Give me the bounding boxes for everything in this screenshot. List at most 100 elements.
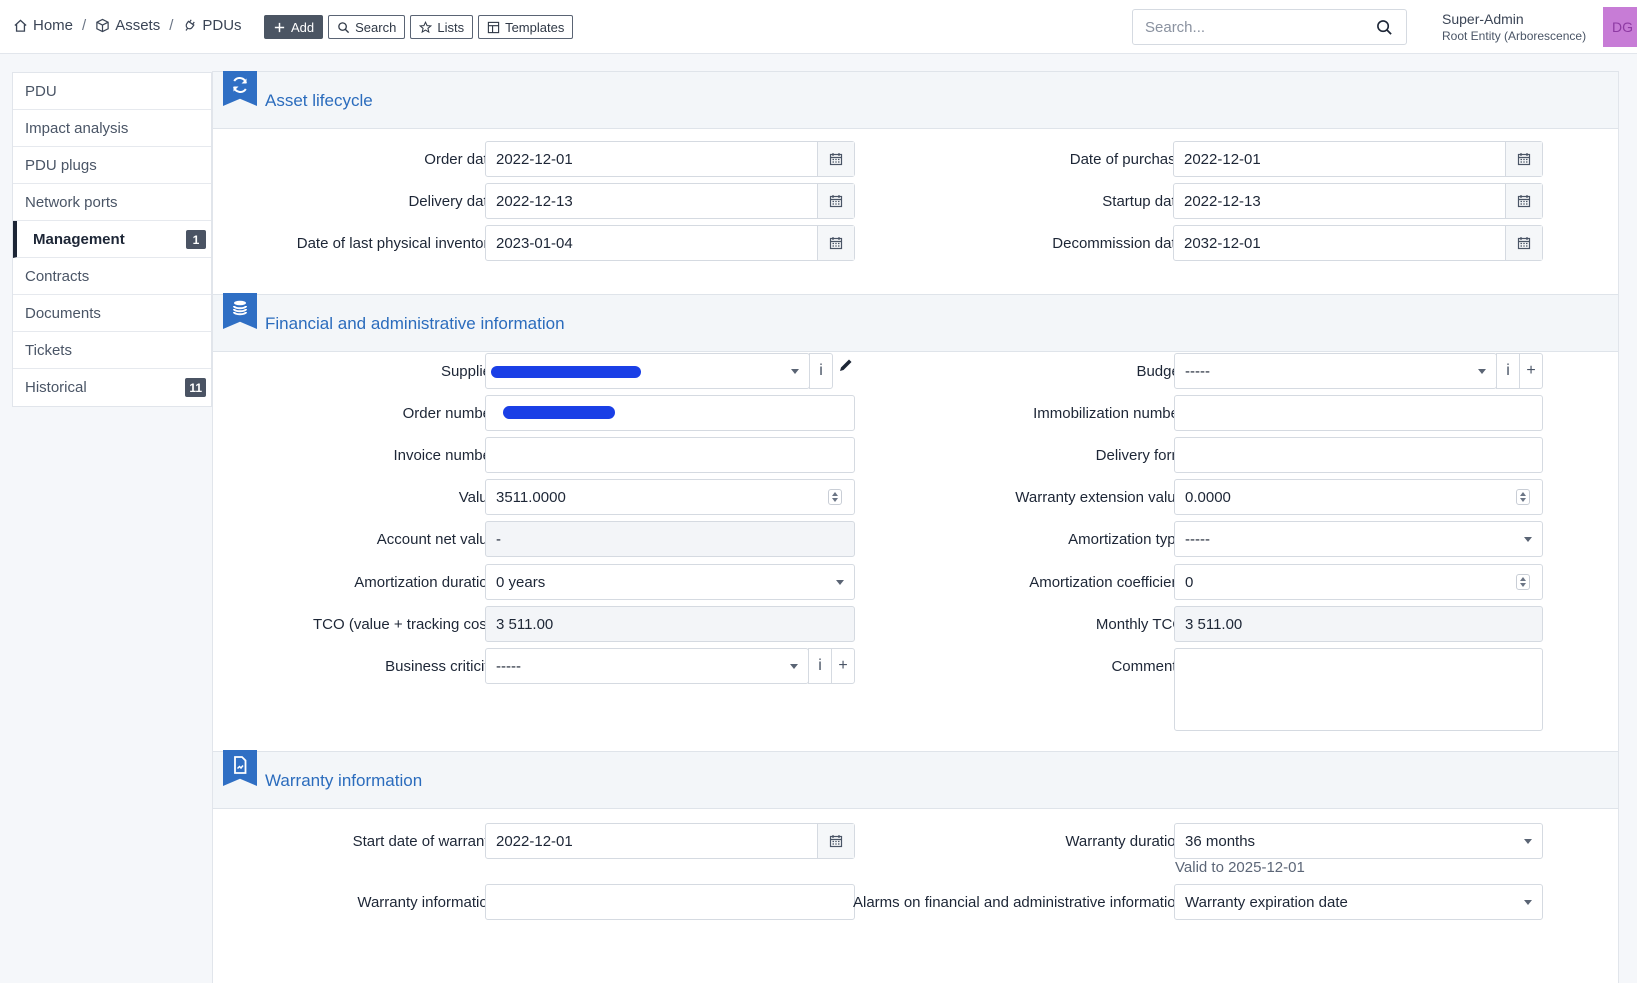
sidebar-item-network-ports[interactable]: Network ports bbox=[13, 184, 211, 221]
sidebar-item-label: Tickets bbox=[25, 341, 72, 359]
budget-add-button[interactable]: + bbox=[1519, 353, 1543, 389]
invoice-number-input[interactable] bbox=[485, 437, 855, 473]
budget-info-button[interactable]: i bbox=[1496, 353, 1520, 389]
alarms-select[interactable]: Warranty expiration date bbox=[1174, 884, 1543, 920]
value-input[interactable]: 3511.0000 bbox=[485, 479, 855, 515]
business-criticity-select[interactable]: ----- bbox=[485, 648, 809, 684]
amortization-duration-select[interactable]: 0 years bbox=[485, 564, 855, 600]
stepper-icon[interactable] bbox=[1516, 489, 1530, 505]
sidebar-item-label: Management bbox=[33, 230, 125, 248]
sidebar-item-contracts[interactable]: Contracts bbox=[13, 258, 211, 295]
breadcrumb-pdus-label: PDUs bbox=[202, 17, 242, 34]
sidebar-item-tickets[interactable]: Tickets bbox=[13, 332, 211, 369]
order-number-label: Order number bbox=[402, 405, 496, 422]
purchase-date-label: Date of purchase bbox=[1069, 151, 1184, 168]
lists-button[interactable]: Lists bbox=[410, 15, 474, 39]
search-button[interactable]: Search bbox=[328, 15, 406, 39]
plus-icon: + bbox=[1526, 362, 1536, 379]
purchase-date-value: 2022-12-01 bbox=[1184, 150, 1261, 168]
delivery-date-field[interactable]: 2022-12-13 bbox=[485, 183, 855, 219]
sidebar-item-management[interactable]: Management 1 bbox=[13, 221, 211, 258]
ribbon-badge bbox=[223, 293, 257, 329]
immobilization-number-input[interactable] bbox=[1174, 395, 1543, 431]
tco-label: TCO (value + tracking cost) bbox=[313, 616, 496, 633]
plus-icon bbox=[274, 22, 285, 32]
section-title: Asset lifecycle bbox=[265, 91, 373, 110]
delivery-form-input[interactable] bbox=[1174, 437, 1543, 473]
warranty-extension-value-label: Warranty extension value bbox=[1015, 489, 1184, 506]
delivery-date-value: 2022-12-13 bbox=[496, 192, 573, 210]
business-criticity-label: Business criticity bbox=[385, 658, 496, 675]
star-icon bbox=[419, 20, 433, 33]
section-header-financial: Financial and administrative information bbox=[213, 293, 1618, 352]
business-criticity-info-button[interactable]: i bbox=[808, 648, 832, 684]
sidebar-item-documents[interactable]: Documents bbox=[13, 295, 211, 332]
warranty-duration-value: 36 months bbox=[1185, 832, 1256, 850]
purchase-date-field[interactable]: 2022-12-01 bbox=[1173, 141, 1543, 177]
top-bar: Home / Assets / PDUs Add Search Lists Te… bbox=[0, 0, 1637, 54]
section-title: Financial and administrative information bbox=[265, 314, 565, 333]
avatar[interactable]: DG bbox=[1603, 7, 1637, 47]
sidebar-item-historical[interactable]: Historical 11 bbox=[13, 369, 211, 406]
warranty-duration-select[interactable]: 36 months bbox=[1174, 823, 1543, 859]
amortization-duration-value: 0 years bbox=[496, 573, 546, 591]
sidebar-item-pdu-plugs[interactable]: PDU plugs bbox=[13, 147, 211, 184]
breadcrumb-home[interactable]: Home bbox=[13, 17, 73, 34]
breadcrumb-pdus[interactable]: PDUs bbox=[182, 17, 242, 34]
calendar-button[interactable] bbox=[1505, 226, 1542, 260]
comments-label: Comments bbox=[1111, 658, 1184, 675]
warranty-information-label: Warranty information bbox=[357, 894, 496, 911]
sidebar-item-impact-analysis[interactable]: Impact analysis bbox=[13, 110, 211, 147]
startup-date-label: Startup date bbox=[1102, 193, 1184, 210]
account-net-value-field: - bbox=[485, 521, 855, 557]
supplier-info-button[interactable]: i bbox=[809, 353, 833, 389]
search-icon[interactable] bbox=[1376, 19, 1393, 36]
startup-date-field[interactable]: 2022-12-13 bbox=[1173, 183, 1543, 219]
decommission-date-field[interactable]: 2032-12-01 bbox=[1173, 225, 1543, 261]
warranty-start-date-field[interactable]: 2022-12-01 bbox=[485, 823, 855, 859]
budget-select[interactable]: ----- bbox=[1174, 353, 1497, 389]
monthly-tco-field: 3 511.00 bbox=[1174, 606, 1543, 642]
global-search-input[interactable] bbox=[1133, 10, 1363, 44]
amortization-type-select[interactable]: ----- bbox=[1174, 521, 1543, 557]
tco-value: 3 511.00 bbox=[496, 615, 554, 633]
add-button-label: Add bbox=[291, 19, 315, 35]
add-button[interactable]: Add bbox=[264, 15, 324, 39]
inventory-date-value: 2023-01-04 bbox=[496, 234, 573, 252]
business-criticity-value: ----- bbox=[496, 657, 521, 675]
delivery-form-label: Delivery form bbox=[1095, 447, 1184, 464]
amortization-coefficient-input[interactable]: 0 bbox=[1174, 564, 1543, 600]
sidebar-item-label: Documents bbox=[25, 304, 101, 322]
warranty-information-input[interactable] bbox=[485, 884, 855, 920]
templates-button[interactable]: Templates bbox=[478, 15, 574, 39]
calendar-button[interactable] bbox=[1505, 142, 1542, 176]
breadcrumb-assets[interactable]: Assets bbox=[95, 17, 160, 34]
home-icon bbox=[14, 19, 27, 32]
toolbar: Add Search Lists Templates bbox=[264, 15, 574, 39]
warranty-extension-value-input[interactable]: 0.0000 bbox=[1174, 479, 1543, 515]
calendar-button[interactable] bbox=[1505, 184, 1542, 218]
breadcrumb: Home / Assets / PDUs bbox=[13, 17, 242, 34]
startup-date-value: 2022-12-13 bbox=[1184, 192, 1261, 210]
amortization-type-value: ----- bbox=[1185, 530, 1210, 548]
stepper-icon[interactable] bbox=[1516, 574, 1530, 590]
section-header-warranty: Warranty information bbox=[213, 750, 1618, 809]
tco-field: 3 511.00 bbox=[485, 606, 855, 642]
user-entity: Root Entity (Arborescence) bbox=[1442, 29, 1587, 43]
inventory-date-label: Date of last physical inventory bbox=[296, 235, 496, 252]
lists-button-label: Lists bbox=[437, 19, 465, 35]
decommission-date-label: Decommission date bbox=[1052, 235, 1184, 252]
ribbon-badge bbox=[223, 750, 257, 786]
user-menu[interactable]: Super-Admin Root Entity (Arborescence) bbox=[1442, 11, 1586, 45]
breadcrumb-separator: / bbox=[82, 17, 87, 34]
inventory-date-field[interactable]: 2023-01-04 bbox=[485, 225, 855, 261]
invoice-number-label: Invoice number bbox=[393, 447, 496, 464]
section-title: Warranty information bbox=[265, 771, 423, 790]
sidebar-item-pdu[interactable]: PDU bbox=[13, 73, 211, 110]
comments-textarea[interactable] bbox=[1174, 648, 1543, 731]
account-net-value-label: Account net value bbox=[376, 531, 496, 548]
order-date-field[interactable]: 2022-12-01 bbox=[485, 141, 855, 177]
alarms-label: Alarms on financial and administrative i… bbox=[853, 894, 1184, 911]
account-net-value-value: - bbox=[496, 530, 501, 548]
template-icon bbox=[487, 21, 500, 33]
